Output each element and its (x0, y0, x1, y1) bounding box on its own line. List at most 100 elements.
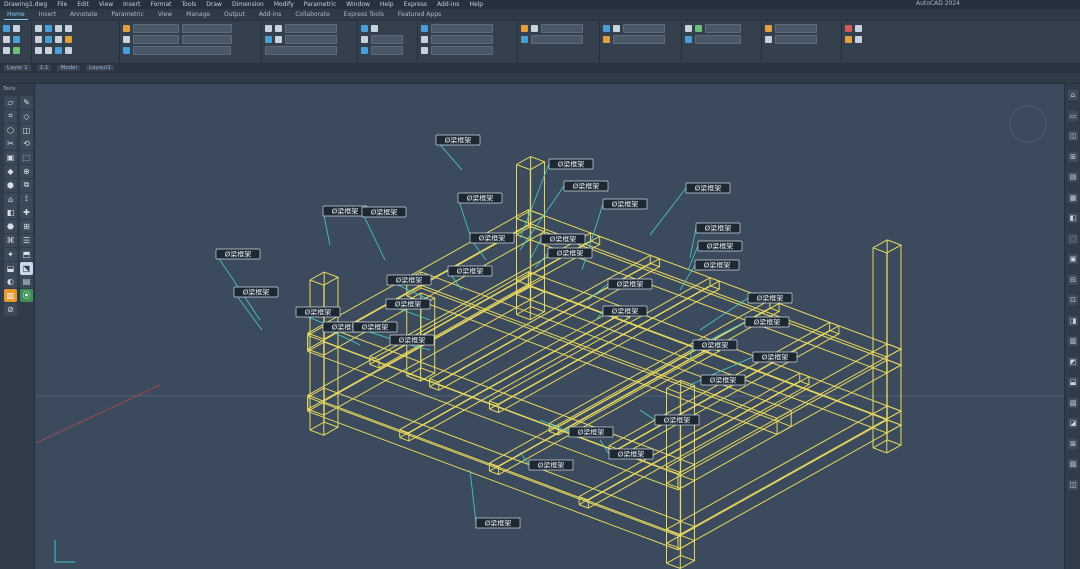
list-icon[interactable]: ☰ (20, 234, 33, 247)
panel-icon[interactable]: ◫ (20, 123, 33, 137)
menu-item-7[interactable]: Draw (206, 1, 222, 8)
plus-icon[interactable]: ✚ (20, 206, 33, 220)
menu-item-3[interactable]: View (99, 1, 113, 8)
menu-item-6[interactable]: Tools (182, 1, 197, 8)
lineweight-dropdown[interactable] (431, 46, 493, 55)
layer-dropdown[interactable] (133, 24, 179, 33)
callout-26[interactable]: Ø梁框架 (689, 374, 746, 386)
ribbon-tab-6[interactable]: Output (221, 10, 248, 19)
group-field[interactable] (541, 24, 583, 33)
base-view-icon[interactable] (765, 36, 772, 43)
dimension-icon[interactable] (275, 25, 282, 32)
settings-icon[interactable] (855, 36, 862, 43)
add-icon[interactable]: ⊕ (20, 165, 33, 178)
linetype-icon[interactable] (421, 36, 428, 43)
callout-12[interactable]: Ø梁框架 (689, 222, 741, 259)
text-style-dropdown[interactable] (285, 24, 337, 33)
corner-icon[interactable]: ◩ (1068, 356, 1078, 367)
mirror-icon[interactable] (45, 36, 52, 43)
menu-item-0[interactable]: Drawing1.dwg (4, 1, 47, 8)
ribbon-tab-0[interactable]: Home (4, 10, 28, 20)
callout-0[interactable]: Ø梁框架 (435, 134, 481, 171)
menu-item-9[interactable]: Modify (274, 1, 294, 8)
frame-icon[interactable]: ⬚ (20, 151, 33, 165)
rect-icon[interactable]: ▭ (1068, 110, 1078, 121)
leader-icon[interactable] (265, 36, 272, 43)
minus-icon[interactable]: ⊟ (1068, 274, 1078, 285)
ribbon-tab-4[interactable]: View (155, 10, 175, 19)
workspace-icon[interactable] (845, 36, 852, 43)
square-icon[interactable]: ⊡ (1068, 295, 1078, 305)
hatch-icon[interactable] (13, 47, 20, 54)
text-icon[interactable] (265, 25, 272, 32)
menu-item-5[interactable]: Format (150, 1, 171, 8)
menu-item-4[interactable]: Insert (123, 1, 140, 8)
edit-block-icon[interactable] (361, 36, 368, 43)
rotate-icon[interactable] (45, 25, 52, 32)
multileader-style-dropdown[interactable] (265, 46, 337, 55)
drawing-canvas[interactable]: Ø梁框架 Ø梁框架 Ø梁框架 Ø梁框架 Ø梁框架 Ø梁框架 Ø梁框架 Ø梁框架 Ø梁框架 Ø梁框架… (35, 84, 1064, 569)
polygon-icon[interactable]: ⬢ (4, 178, 17, 192)
view-icon[interactable]: ◫ (1068, 479, 1078, 490)
ribbon-tab-5[interactable]: Manage (183, 10, 213, 19)
no-icon[interactable]: ⊘ (4, 303, 17, 316)
home-icon[interactable]: ⌂ (1068, 90, 1078, 100)
block-dropdown[interactable] (371, 35, 403, 44)
measure-dropdown[interactable] (623, 24, 665, 33)
file-tab-1[interactable]: 1:1 (36, 65, 52, 71)
pin-icon[interactable]: ⟟ (20, 192, 33, 206)
color-dropdown[interactable] (431, 24, 493, 33)
callout-3[interactable]: Ø梁框架 (581, 198, 648, 271)
menu-item-13[interactable]: Express (404, 1, 427, 8)
create-block-icon[interactable] (371, 25, 378, 32)
pencil-icon[interactable]: ✎ (20, 96, 33, 109)
paste-special-field[interactable] (695, 35, 741, 44)
match-properties-icon[interactable] (421, 25, 428, 32)
ribbon-tab-2[interactable]: Annotate (67, 10, 100, 19)
quarter-icon[interactable]: ◪ (1068, 418, 1078, 428)
layer-icon[interactable]: ◧ (1068, 213, 1078, 223)
layer-icon[interactable]: ◧ (4, 206, 17, 220)
list-icon[interactable]: ▤ (1068, 172, 1078, 182)
panel-icon[interactable]: ◫ (1068, 131, 1078, 141)
ribbon-tab-9[interactable]: Express Tools (341, 10, 387, 19)
command-icon[interactable]: ⌘ (4, 234, 17, 247)
home-icon[interactable]: ⌂ (4, 192, 17, 206)
grid-icon[interactable]: ⊞ (1068, 151, 1078, 162)
attribute-icon[interactable] (361, 47, 368, 54)
clipboard-field[interactable] (705, 24, 741, 33)
menu-item-14[interactable]: Add-ins (437, 1, 459, 8)
menu-item-10[interactable]: Parametric (304, 1, 337, 8)
block-icon[interactable]: ▣ (1068, 254, 1078, 264)
callout-8[interactable]: Ø梁框架 (215, 248, 261, 321)
shape-icon[interactable]: ◇ (20, 109, 33, 123)
callout-16[interactable]: Ø梁框架 (447, 265, 493, 291)
ribbon-tab-10[interactable]: Featured Apps (395, 10, 444, 19)
select-all-icon[interactable] (613, 25, 620, 32)
extend-icon[interactable] (65, 25, 72, 32)
linetype-dropdown[interactable] (431, 35, 493, 44)
hatch-b-icon[interactable]: ▥ (4, 289, 17, 303)
insert-block-icon[interactable] (361, 25, 368, 32)
move-icon[interactable] (35, 25, 42, 32)
layer-filter-field[interactable] (182, 35, 232, 44)
diamond-icon[interactable]: ◆ (4, 165, 17, 178)
gem-icon[interactable]: ⬣ (4, 220, 17, 234)
ribbon-tab-7[interactable]: Add-ins (256, 10, 284, 19)
cut-icon[interactable] (685, 36, 692, 43)
cut-icon[interactable]: ✂ (4, 137, 17, 151)
polyline-icon[interactable] (13, 25, 20, 32)
layer-properties-icon[interactable] (123, 25, 130, 32)
hatch-a-icon[interactable]: ▤ (20, 275, 33, 289)
trim-icon[interactable] (55, 25, 62, 32)
layer-state-dropdown[interactable] (182, 24, 232, 33)
menu-item-12[interactable]: Help (380, 1, 394, 8)
view-dropdown[interactable] (775, 35, 817, 44)
circle-icon[interactable] (3, 36, 10, 43)
callout-7[interactable]: Ø梁框架 (361, 206, 407, 261)
menu-item-11[interactable]: Window (346, 1, 370, 8)
menu-item-1[interactable]: File (57, 1, 67, 8)
group-edit-icon[interactable] (521, 36, 528, 43)
dim-style-dropdown[interactable] (285, 35, 337, 44)
callout-21[interactable]: Ø梁框架 (595, 305, 648, 321)
